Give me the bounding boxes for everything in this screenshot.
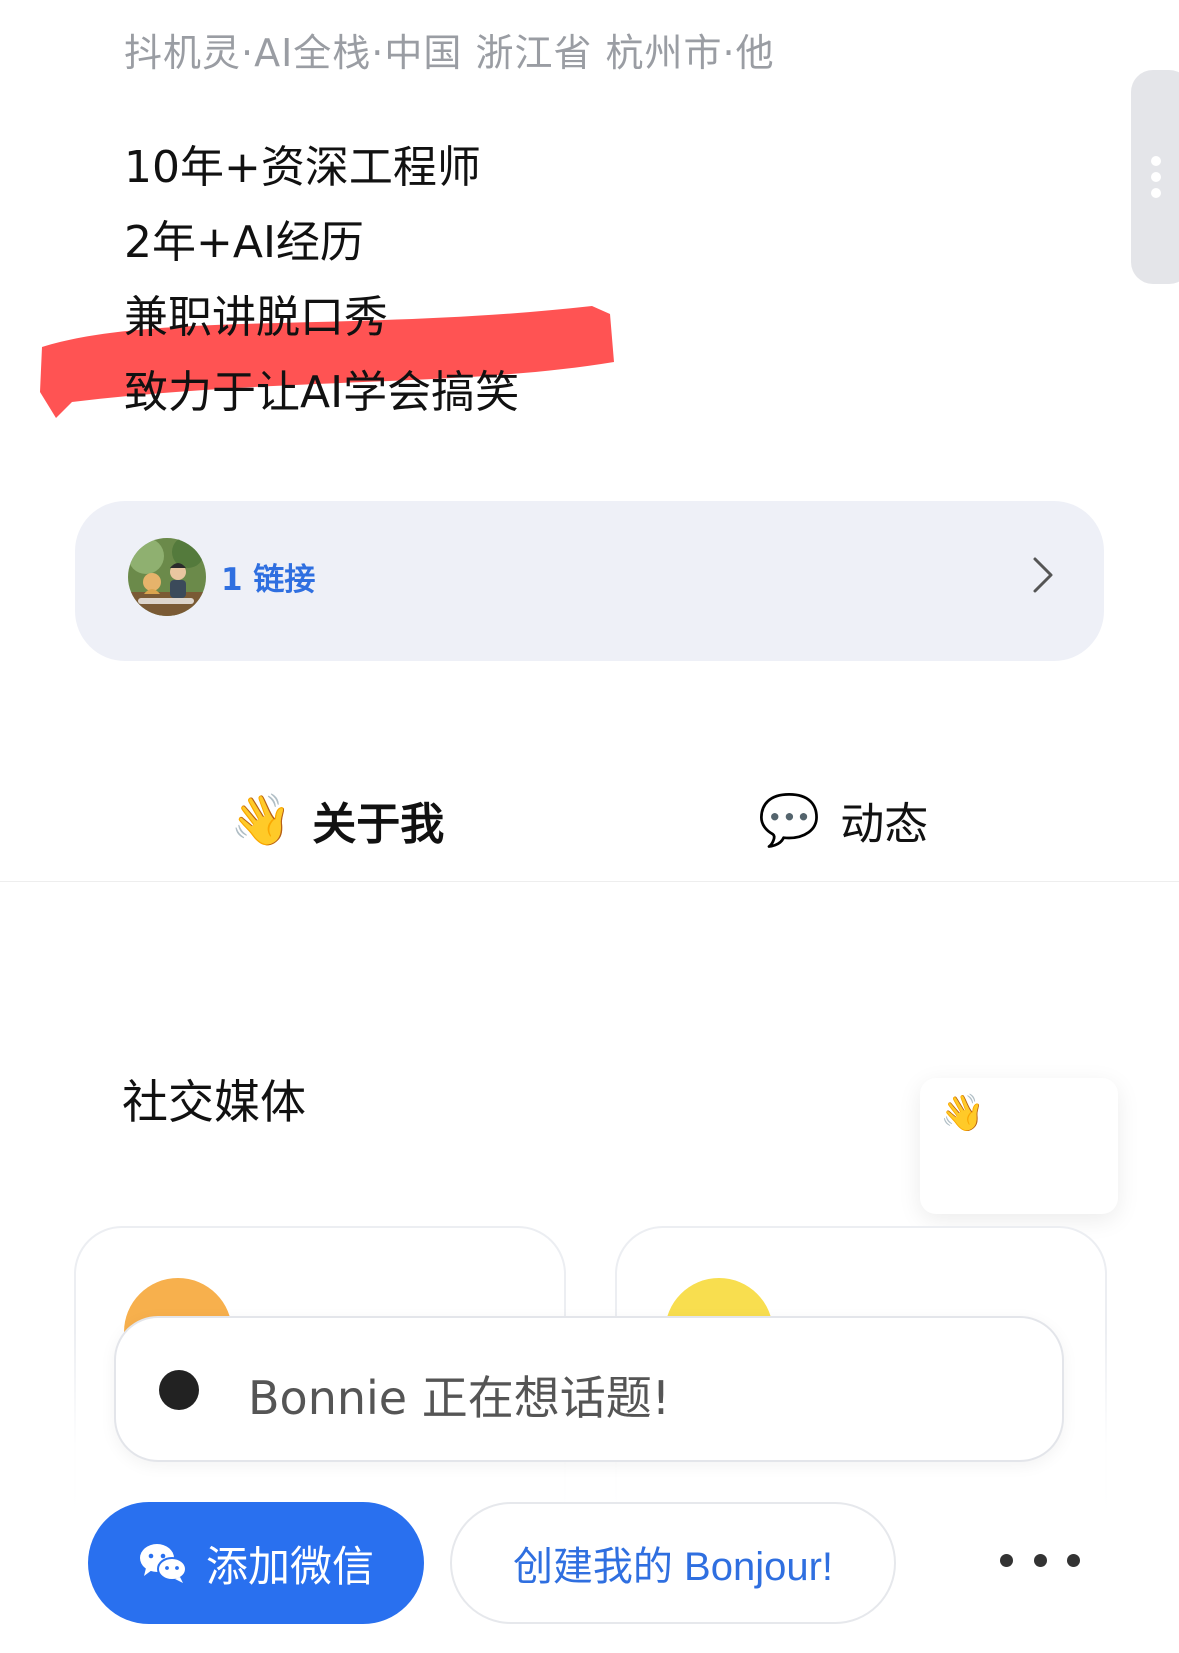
add-wechat-button[interactable]: 添加微信	[88, 1502, 424, 1624]
wave-hand-outline-icon: 👋	[940, 1093, 985, 1134]
bio: 10年+资深工程师 2年+AI经历 兼职讲脱口秀 致力于让AI学会搞笑	[124, 130, 519, 430]
tab-about-me[interactable]: 👋 关于我	[230, 788, 444, 852]
bio-line: 2年+AI经历	[124, 217, 364, 268]
tab-feed[interactable]: 💬 动态	[758, 788, 928, 852]
waving-hand-icon: 👋	[230, 791, 293, 849]
add-wechat-label: 添加微信	[205, 1542, 374, 1590]
more-horizontal-icon[interactable]	[1000, 1548, 1080, 1572]
assistant-status-bar[interactable]: Bonnie 正在想话题!	[114, 1316, 1064, 1462]
create-my-bonjour-button[interactable]: 创建我的 Bonjour!	[450, 1502, 896, 1624]
bio-line-highlighted: 致力于让AI学会搞笑	[124, 367, 520, 418]
avatar-illustration	[128, 538, 206, 616]
bio-line: 兼职讲脱口秀	[124, 292, 388, 343]
side-handle[interactable]	[1131, 70, 1179, 284]
section-title-social-media: 社交媒体	[122, 1075, 306, 1129]
profile-tabs: 👋 关于我 💬 动态	[0, 770, 1179, 882]
wechat-icon	[139, 1544, 187, 1583]
speech-bubble-icon: 💬	[758, 791, 821, 849]
tab-feed-label: 动态	[840, 799, 929, 850]
bio-line: 10年+资深工程师	[124, 142, 481, 193]
create-my-bonjour-label: 创建我的 Bonjour!	[512, 1545, 834, 1589]
status-dot-icon	[159, 1370, 199, 1410]
profile-meta-line: 抖机灵·AI全栈·中国 浙江省 杭州市·他	[124, 31, 775, 75]
chevron-right-icon	[1033, 557, 1053, 593]
assistant-status-text: Bonnie 正在想话题!	[248, 1371, 671, 1425]
tab-about-me-label: 关于我	[312, 799, 445, 850]
drag-dots-icon	[1151, 156, 1161, 198]
wave-popup[interactable]: 👋	[920, 1078, 1118, 1214]
links-count-label: 1 链接	[221, 562, 316, 598]
links-card[interactable]: 1 链接	[75, 501, 1104, 661]
